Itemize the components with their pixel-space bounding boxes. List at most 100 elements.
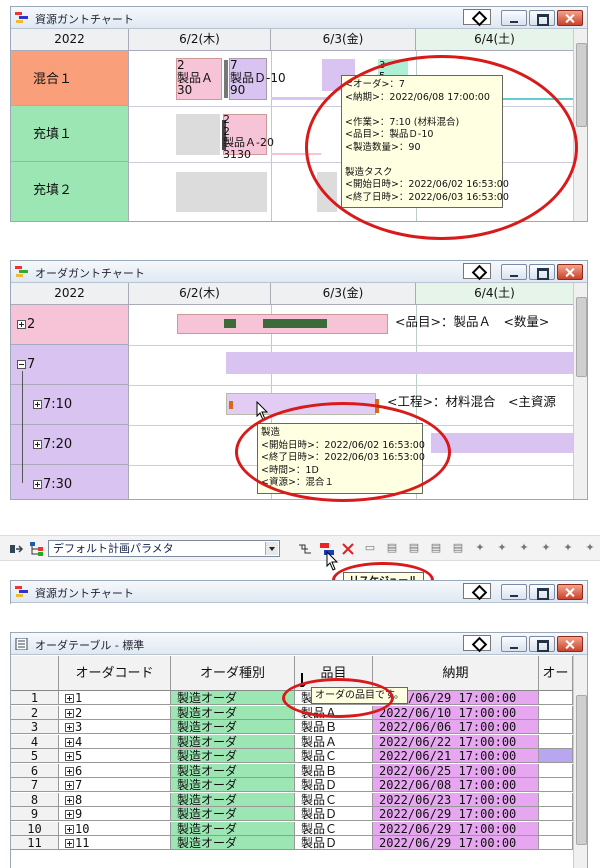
order-type-cell[interactable]: 製造オーダ [171,778,295,792]
due-date-cell[interactable]: 2022/06/29 17:00:00 [373,836,539,850]
order-row-7[interactable]: 7 [11,345,129,385]
expand-icon[interactable] [65,824,74,834]
row-number-cell[interactable]: 2 [11,705,59,720]
order-row-7-30[interactable]: 7:30 [11,465,129,499]
order-row-7-20[interactable]: 7:20 [11,425,129,465]
order-type-cell[interactable]: 製造オーダ [171,720,295,734]
maximize-button[interactable] [529,264,555,280]
order-type-cell[interactable]: 製造オーダ [171,792,295,807]
order-type-cell[interactable]: 製造オーダ [171,749,295,763]
pin-icon[interactable] [463,635,491,651]
resource-row-fill1[interactable]: 充填１ [11,106,129,162]
order-type-cell[interactable]: 製造オーダ [171,734,295,749]
pin-icon[interactable] [463,9,491,25]
expand-icon[interactable] [65,752,74,761]
item-cell[interactable]: 製品Ｄ [295,836,373,850]
pin-icon[interactable] [463,263,491,279]
collapse-icon[interactable] [17,360,26,369]
due-date-cell[interactable]: 2022/06/29 17:00:00 [373,821,539,836]
order-code-cell[interactable]: 2 [59,705,171,720]
expand-icon[interactable] [65,723,74,732]
close-button[interactable] [557,636,583,652]
order-code-cell[interactable]: 7 [59,778,171,792]
resource-row-fill2[interactable]: 充填２ [11,162,129,221]
column-header-order-type[interactable]: オーダ種別 [171,656,295,691]
expand-icon[interactable] [65,737,74,747]
close-button[interactable] [557,584,583,600]
minimize-button[interactable] [501,584,527,600]
item-cell[interactable]: 製品Ｂ [295,763,373,778]
order-type-cell[interactable]: 製造オーダ [171,821,295,836]
order-code-cell[interactable]: 3 [59,720,171,734]
order-type-cell[interactable]: 製造オーダ [171,705,295,720]
item-cell[interactable]: 製品Ｄ [295,807,373,821]
order-bar[interactable] [226,352,574,374]
order-type-cell[interactable]: 製造オーダ [171,691,295,705]
item-cell[interactable]: 製品Ｃ [295,821,373,836]
order-type-cell[interactable]: 製造オーダ [171,807,295,821]
column-header-more[interactable]: オー [539,656,573,691]
row-number-cell[interactable]: 1 [11,691,59,705]
chevron-down-icon[interactable] [265,542,278,555]
order-row-2[interactable]: 2 [11,305,129,345]
extra-cell[interactable] [539,734,573,749]
expand-icon[interactable] [65,810,74,819]
pin-icon[interactable] [463,583,491,599]
expand-icon[interactable] [33,480,42,489]
due-date-cell[interactable]: 2022/06/21 17:00:00 [373,749,539,763]
expand-icon[interactable] [65,708,74,718]
cancel-schedule-icon[interactable] [342,543,354,555]
order-code-cell[interactable]: 5 [59,749,171,763]
row-number-cell[interactable]: 8 [11,792,59,807]
row-number-cell[interactable]: 6 [11,763,59,778]
row-number-cell[interactable]: 3 [11,720,59,734]
vertical-scrollbar[interactable] [573,283,587,499]
order-type-cell[interactable]: 製造オーダ [171,763,295,778]
item-cell[interactable]: 製品Ｂ [295,720,373,734]
extra-cell[interactable] [539,691,573,705]
order-code-cell[interactable]: 1 [59,691,171,705]
extra-cell[interactable] [539,720,573,734]
expand-icon[interactable] [33,440,42,449]
extra-cell[interactable] [539,807,573,821]
close-button[interactable] [557,10,583,26]
item-cell[interactable]: 製品Ｃ [295,749,373,763]
vertical-scrollbar[interactable] [573,655,587,868]
column-header-order-code[interactable]: オーダコード [59,656,171,691]
order-code-cell[interactable]: 9 [59,807,171,821]
schedule-icon[interactable] [298,542,312,556]
due-date-cell[interactable]: 2022/06/08 17:00:00 [373,778,539,792]
due-date-cell[interactable]: 2022/06/29 17:00:00 [373,807,539,821]
due-date-cell[interactable]: 2022/06/22 17:00:00 [373,734,539,749]
expand-icon[interactable] [65,694,74,703]
extra-cell[interactable] [539,821,573,836]
expand-icon[interactable] [33,400,42,409]
vertical-scrollbar[interactable] [573,29,587,221]
gantt-task-bar[interactable] [176,114,220,155]
expand-icon[interactable] [65,781,74,790]
plan-parameter-select[interactable]: デフォルト計画パラメタ [48,540,280,557]
expand-icon[interactable] [65,795,74,805]
item-cell[interactable]: 製品Ａ [295,734,373,749]
row-number-cell[interactable]: 7 [11,778,59,792]
gantt-task-bar[interactable] [176,172,267,212]
order-type-cell[interactable]: 製造オーダ [171,836,295,850]
order-bar[interactable] [431,433,574,453]
close-button[interactable] [557,264,583,280]
extra-cell[interactable] [539,778,573,792]
order-code-cell[interactable]: 11 [59,836,171,850]
scroll-thumb[interactable] [576,297,587,377]
row-number-cell[interactable]: 4 [11,734,59,749]
hierarchy-icon[interactable] [30,542,44,556]
extra-cell[interactable] [539,836,573,850]
expand-icon[interactable] [17,320,26,329]
maximize-button[interactable] [529,636,555,652]
minimize-button[interactable] [501,264,527,280]
row-number-cell[interactable]: 9 [11,807,59,821]
extra-cell[interactable] [539,705,573,720]
order-code-cell[interactable]: 6 [59,763,171,778]
scroll-thumb[interactable] [576,695,587,845]
due-date-cell[interactable]: 2022/06/06 17:00:00 [373,720,539,734]
order-row-7-10[interactable]: 7:10 [11,385,129,425]
maximize-button[interactable] [529,10,555,26]
